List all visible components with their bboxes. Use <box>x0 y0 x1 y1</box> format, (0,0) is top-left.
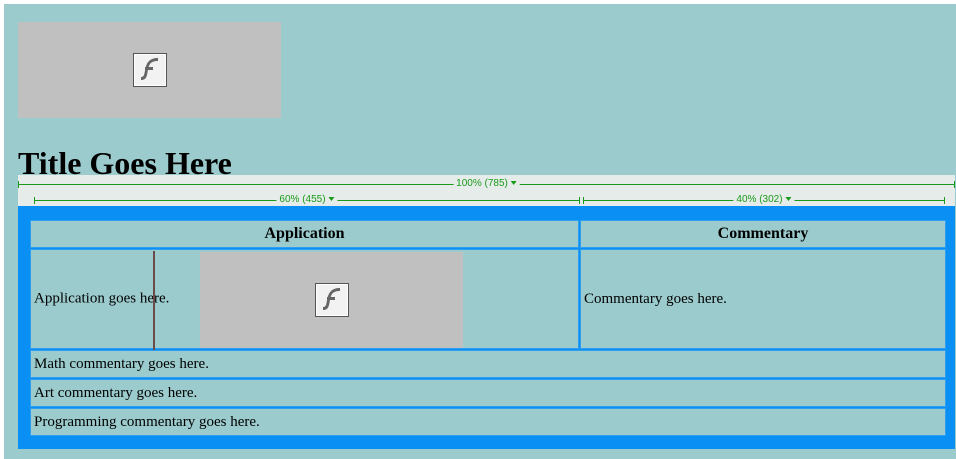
ruler-cap-left <box>18 181 19 188</box>
ruler-cap-left <box>583 197 584 204</box>
math-commentary-row[interactable]: Math commentary goes here. <box>30 350 946 378</box>
design-view-canvas: Title Goes Here 100% (785) 60% (455) 40%… <box>4 4 956 459</box>
flash-player-icon <box>314 283 349 317</box>
programming-commentary-row[interactable]: Programming commentary goes here. <box>30 408 946 436</box>
art-commentary-row[interactable]: Art commentary goes here. <box>30 379 946 407</box>
left-column-width-label[interactable]: 60% (455) <box>276 194 338 206</box>
application-cell[interactable]: Application goes here. <box>30 249 579 349</box>
table-width-ruler: 100% (785) 60% (455) 40% (302) <box>18 175 955 206</box>
right-column-width-label[interactable]: 40% (302) <box>733 194 795 206</box>
ruler-cap-right <box>954 181 955 188</box>
dropdown-arrow-icon <box>785 197 792 201</box>
commentary-cell[interactable]: Commentary goes here. <box>580 249 946 349</box>
flash-player-icon <box>132 53 167 87</box>
commentary-header-cell[interactable]: Commentary <box>580 220 946 248</box>
ruler-cap-right <box>944 197 945 204</box>
full-width-label[interactable]: 100% (785) <box>453 178 520 190</box>
application-text: Application goes here. <box>34 290 170 307</box>
application-header-cell[interactable]: Application <box>30 220 579 248</box>
content-table[interactable]: Application Commentary Application goes … <box>18 206 955 449</box>
ruler-cap-right <box>579 197 580 204</box>
text-cursor <box>153 251 155 350</box>
dropdown-arrow-icon <box>510 181 517 185</box>
full-width-ruler: 100% (785) <box>18 178 955 190</box>
ruler-cap-left <box>34 197 35 204</box>
top-flash-placeholder[interactable] <box>18 22 281 118</box>
right-column-ruler: 40% (302) <box>583 194 945 206</box>
application-flash-placeholder[interactable] <box>200 252 463 348</box>
left-column-ruler: 60% (455) <box>34 194 580 206</box>
dropdown-arrow-icon <box>328 197 335 201</box>
